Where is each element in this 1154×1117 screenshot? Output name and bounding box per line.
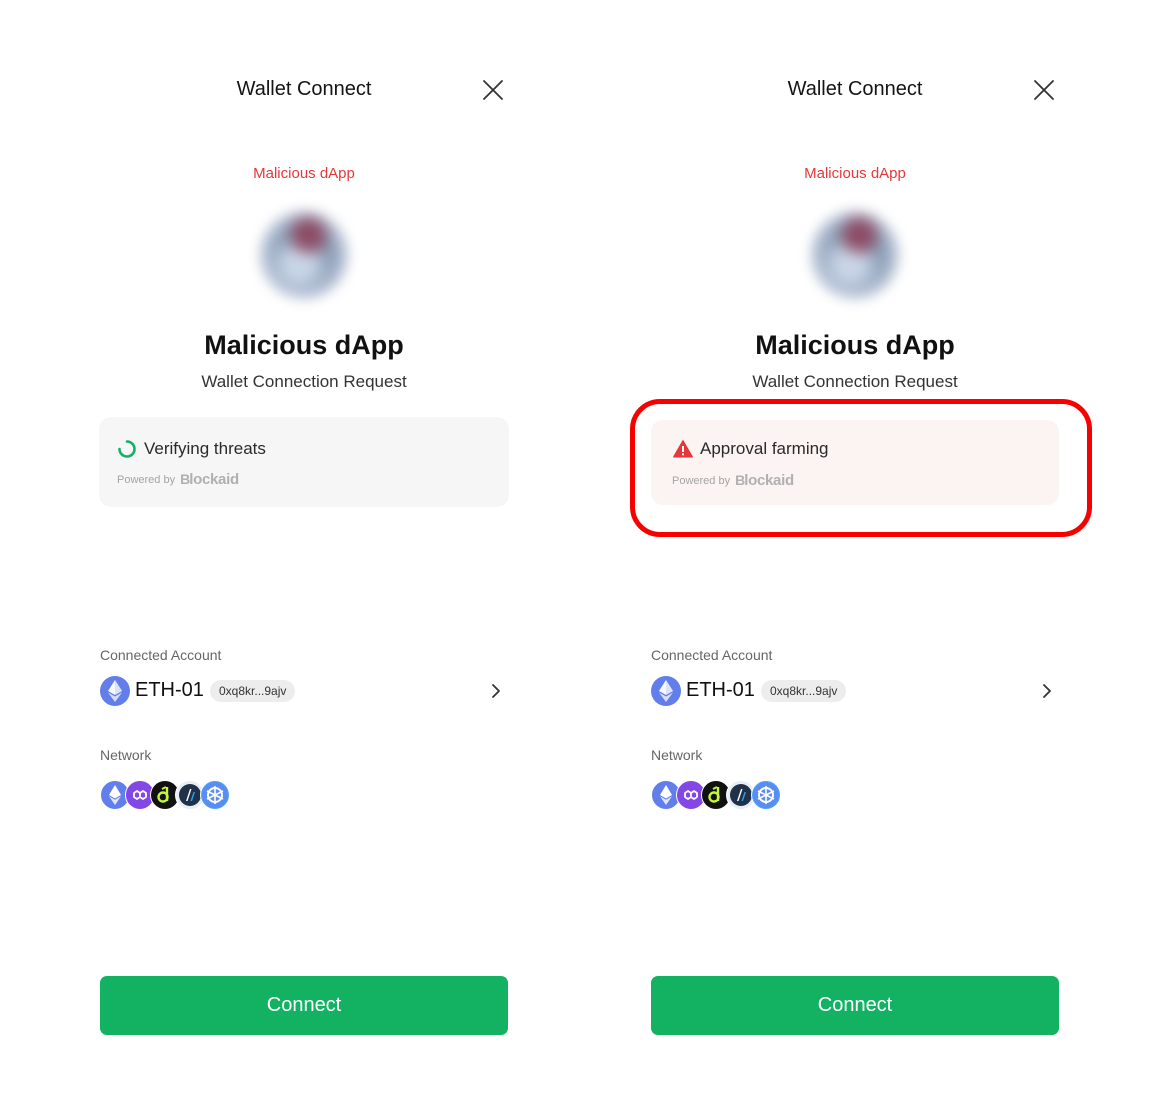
account-name: ETH-01 [686, 679, 755, 701]
wallet-connect-panel-verifying: Wallet Connect Malicious dApp Malicious … [99, 0, 509, 1117]
linea-icon [200, 780, 230, 810]
account-address-badge: 0xq8kr...9ajv [210, 680, 296, 702]
threat-status: Verifying threats [117, 439, 266, 459]
close-icon[interactable] [482, 79, 504, 101]
connect-button[interactable]: Connect [100, 976, 508, 1035]
request-subtitle: Wallet Connection Request [752, 372, 958, 391]
chevron-right-icon [488, 683, 504, 699]
network-label: Network [651, 747, 703, 763]
close-icon[interactable] [1033, 79, 1055, 101]
connect-button[interactable]: Connect [651, 976, 1059, 1035]
threat-message: Verifying threats [144, 439, 266, 458]
network-icons [100, 780, 240, 810]
ethereum-icon [100, 676, 130, 706]
page-title: Wallet Connect [236, 78, 372, 100]
ethereum-icon [651, 676, 681, 706]
network-label: Network [100, 747, 152, 763]
dapp-logo [810, 210, 900, 300]
dapp-tag: Malicious dApp [804, 165, 906, 182]
powered-by: Powered by Blockaid [117, 471, 239, 488]
connected-account-label: Connected Account [651, 647, 773, 663]
dapp-tag: Malicious dApp [253, 165, 355, 182]
dapp-logo [259, 210, 349, 300]
network-icons [651, 780, 791, 810]
account-name: ETH-01 [135, 679, 204, 701]
dapp-name: Malicious dApp [204, 330, 404, 360]
page-title: Wallet Connect [787, 78, 923, 100]
connected-account-label: Connected Account [100, 647, 222, 663]
wallet-connect-panel-warning: Wallet Connect Malicious dApp Malicious … [650, 0, 1060, 1117]
account-selector[interactable]: ETH-01 0xq8kr...9ajv [100, 676, 509, 706]
spinner-icon [117, 439, 137, 459]
account-selector[interactable]: ETH-01 0xq8kr...9ajv [651, 676, 1060, 706]
dapp-name: Malicious dApp [755, 330, 955, 360]
request-subtitle: Wallet Connection Request [201, 372, 407, 391]
blockaid-logo: Blockaid [180, 471, 239, 488]
chevron-right-icon [1039, 683, 1055, 699]
warning-highlight-outline [630, 399, 1092, 537]
powered-by-label: Powered by [117, 473, 176, 486]
linea-icon [751, 780, 781, 810]
account-address-badge: 0xq8kr...9ajv [761, 680, 847, 702]
threat-status-box: Verifying threats Powered by Blockaid [99, 417, 509, 507]
